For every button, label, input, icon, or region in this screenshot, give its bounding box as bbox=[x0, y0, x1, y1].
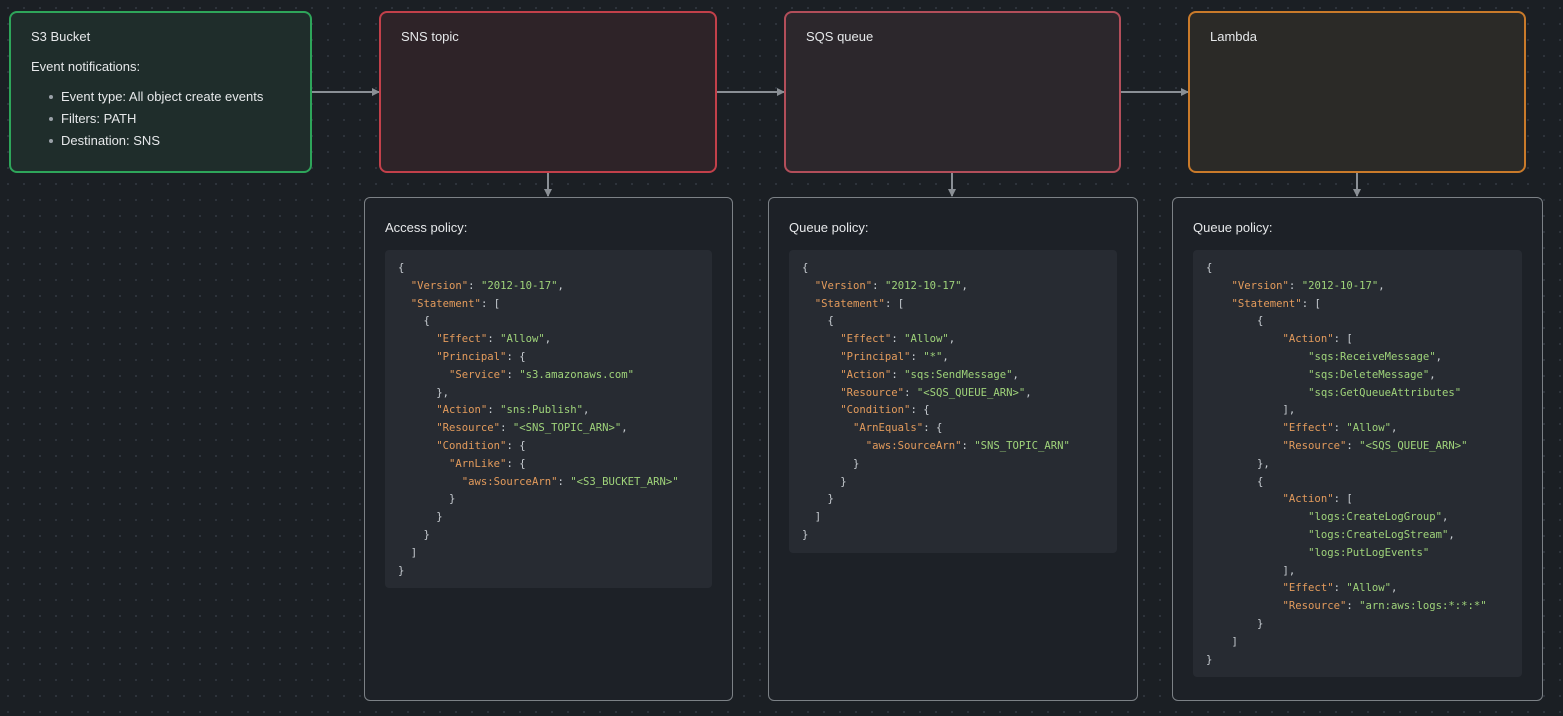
lambda-queue-policy-code: { "Version": "2012-10-17", "Statement": … bbox=[1193, 250, 1522, 678]
sqs-queue-policy-card[interactable]: Queue policy: { "Version": "2012-10-17",… bbox=[768, 197, 1138, 701]
json-key: "ArnEquals" bbox=[853, 422, 924, 435]
json-key: "Statement" bbox=[814, 297, 885, 310]
json-key: "Version" bbox=[1231, 279, 1289, 292]
json-key: "Resource" bbox=[1282, 600, 1347, 613]
lambda-queue-policy-title: Queue policy: bbox=[1193, 220, 1273, 235]
json-string: "<SQS_QUEUE_ARN>" bbox=[1359, 439, 1468, 452]
lambda-node[interactable]: Lambda bbox=[1188, 11, 1526, 173]
sns-access-policy-code: { "Version": "2012-10-17", "Statement": … bbox=[385, 250, 712, 589]
json-key: "Effect" bbox=[1282, 422, 1334, 435]
json-string: "logs:CreateLogStream" bbox=[1308, 528, 1449, 541]
json-string: "Allow" bbox=[1346, 582, 1391, 595]
json-key: "Resource" bbox=[436, 422, 501, 435]
sns-topic-node[interactable]: SNS topic bbox=[379, 11, 717, 173]
json-key: "ArnLike" bbox=[449, 457, 507, 470]
sns-topic-title: SNS topic bbox=[401, 29, 459, 44]
json-string: "<SNS_TOPIC_ARN>" bbox=[512, 422, 622, 435]
sqs-queue-title: SQS queue bbox=[806, 29, 874, 44]
json-key: "Action" bbox=[840, 368, 892, 381]
s3-bucket-title: S3 Bucket bbox=[31, 29, 91, 44]
json-string: "sqs:ReceiveMessage" bbox=[1308, 350, 1436, 363]
json-key: "Principal" bbox=[840, 350, 911, 363]
json-string: "logs:PutLogEvents" bbox=[1308, 546, 1430, 559]
json-string: "sqs:DeleteMessage" bbox=[1308, 368, 1430, 381]
json-key: "Action" bbox=[1282, 493, 1334, 506]
access-policy-title: Access policy: bbox=[385, 220, 468, 235]
json-key: "Effect" bbox=[840, 333, 892, 346]
json-key: "Condition" bbox=[840, 404, 911, 417]
s3-bucket-node[interactable]: S3 Bucket Event notifications: Event typ… bbox=[9, 11, 312, 173]
filters-item: Filters: PATH bbox=[49, 108, 290, 130]
json-string: "s3.amazonaws.com" bbox=[519, 368, 635, 381]
json-string: "2012-10-17" bbox=[884, 279, 962, 292]
sqs-queue-policy-code: { "Version": "2012-10-17", "Statement": … bbox=[789, 250, 1117, 553]
json-key: "Action" bbox=[436, 404, 488, 417]
json-string: "Allow" bbox=[904, 333, 949, 346]
json-key: "Statement" bbox=[410, 297, 481, 310]
json-key: "Service" bbox=[449, 368, 507, 381]
json-key: "Principal" bbox=[436, 350, 507, 363]
json-string: "*" bbox=[923, 350, 943, 363]
json-key: "Action" bbox=[1282, 333, 1334, 346]
json-key: "Version" bbox=[814, 279, 873, 292]
sns-access-policy-card[interactable]: Access policy: { "Version": "2012-10-17"… bbox=[364, 197, 733, 701]
json-key: "aws:SourceArn" bbox=[461, 475, 558, 488]
json-key: "Effect" bbox=[1282, 582, 1334, 595]
json-key: "Condition" bbox=[436, 439, 507, 452]
lambda-title: Lambda bbox=[1210, 29, 1257, 44]
json-key: "Effect" bbox=[436, 333, 488, 346]
json-string: "2012-10-17" bbox=[480, 279, 558, 292]
json-key: "Resource" bbox=[1282, 439, 1347, 452]
json-string: "Allow" bbox=[1346, 422, 1391, 435]
json-key: "Statement" bbox=[1231, 297, 1302, 310]
json-string: "2012-10-17" bbox=[1301, 279, 1379, 292]
json-string: "Allow" bbox=[500, 333, 545, 346]
json-string: "arn:aws:logs:*:*:*" bbox=[1359, 600, 1487, 613]
event-notification-list: Event type: All object create events Fil… bbox=[31, 86, 290, 152]
json-string: "sqs:SendMessage" bbox=[904, 368, 1013, 381]
sqs-queue-node[interactable]: SQS queue bbox=[784, 11, 1121, 173]
event-notifications-label: Event notifications: bbox=[31, 59, 141, 74]
json-string: "logs:CreateLogGroup" bbox=[1308, 511, 1442, 524]
json-string: "SNS_TOPIC_ARN" bbox=[974, 439, 1070, 452]
json-string: "sns:Publish" bbox=[500, 404, 583, 417]
json-string: "<S3_BUCKET_ARN>" bbox=[570, 475, 679, 488]
json-string: "sqs:GetQueueAttributes" bbox=[1308, 386, 1462, 399]
sqs-queue-policy-title: Queue policy: bbox=[789, 220, 869, 235]
destination-item: Destination: SNS bbox=[49, 130, 290, 152]
json-key: "Version" bbox=[410, 279, 469, 292]
json-string: "<SQS_QUEUE_ARN>" bbox=[916, 386, 1026, 399]
json-key: "Resource" bbox=[840, 386, 905, 399]
event-type-item: Event type: All object create events bbox=[49, 86, 290, 108]
lambda-queue-policy-card[interactable]: Queue policy: { "Version": "2012-10-17",… bbox=[1172, 197, 1543, 701]
json-key: "aws:SourceArn" bbox=[865, 439, 962, 452]
